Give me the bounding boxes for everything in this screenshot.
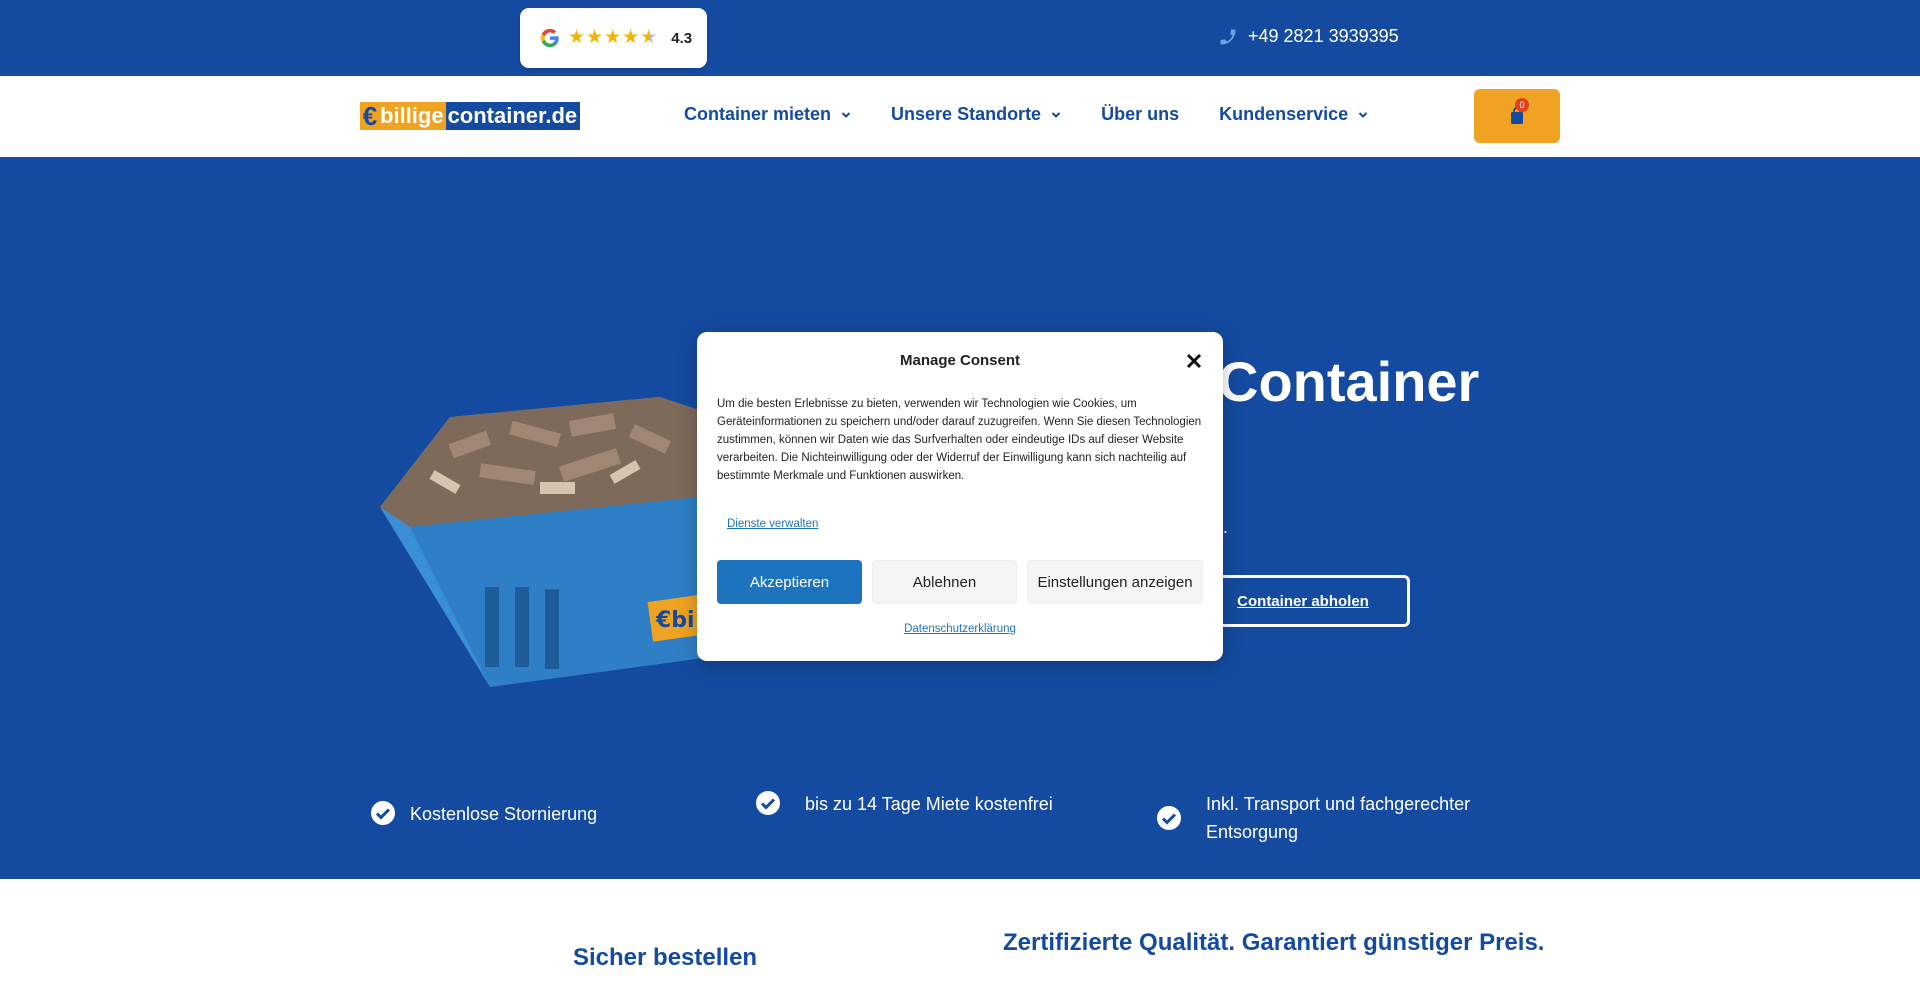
site-logo[interactable]: € billige container.de	[360, 102, 581, 130]
consent-dialog: Manage Consent Um die besten Erlebnisse …	[697, 332, 1223, 661]
phone-link[interactable]: +49 2821 3939395	[1218, 26, 1399, 47]
consent-title: Manage Consent	[899, 352, 1020, 369]
star-icon: ★	[568, 27, 586, 48]
check-circle-icon	[1157, 806, 1181, 830]
feature-item: bis zu 14 Tage Miete kostenfrei	[755, 790, 1053, 818]
rating-value: 4.3	[671, 29, 693, 47]
euro-logo-icon: €	[360, 102, 380, 130]
accept-button[interactable]: Akzeptieren	[717, 560, 862, 604]
deny-button[interactable]: Ablehnen	[872, 560, 1017, 604]
nav-item-label: Container mieten	[684, 104, 832, 124]
cart-count-badge: 0	[1515, 98, 1529, 112]
consent-text: Um die besten Erlebnisse zu bieten, verw…	[717, 398, 1202, 482]
feature-text: Inkl. Transport und fachgerechter Entsor…	[1206, 794, 1471, 842]
star-half-icon: ★	[640, 27, 658, 48]
nav-item-ueber-uns[interactable]: Über uns	[1101, 104, 1179, 125]
chevron-down-icon	[841, 111, 851, 118]
nav-item-label: Unsere Standorte	[891, 104, 1042, 124]
manage-services-link[interactable]: Dienste verwalten	[727, 518, 818, 530]
google-icon	[540, 28, 559, 48]
privacy-policy-link[interactable]: Datenschutzerklärung	[697, 623, 1223, 635]
show-settings-button[interactable]: Einstellungen anzeigen	[1027, 560, 1203, 604]
chevron-down-icon	[1051, 111, 1061, 118]
google-rating-badge[interactable]: ★ ★ ★ ★ ★ 4.3	[520, 8, 707, 68]
feature-item: Inkl. Transport und fachgerechter Entsor…	[1156, 790, 1496, 846]
star-icon: ★	[622, 27, 640, 48]
nav-item-label: Über uns	[1101, 104, 1180, 124]
rating-stars: ★ ★ ★ ★ ★	[568, 28, 657, 48]
close-icon[interactable]	[1185, 352, 1203, 370]
top-bar: ★ ★ ★ ★ ★ 4.3 +49 2821 3939395	[0, 0, 1920, 76]
main-nav: Container mieten Unsere Standorte Über u…	[684, 104, 1408, 125]
logo-text-part1: billige	[380, 102, 446, 130]
nav-item-label: Kundenservice	[1219, 104, 1349, 124]
chevron-down-icon	[1358, 111, 1368, 118]
site-header: € billige container.de Container mieten …	[0, 76, 1920, 157]
phone-number: +49 2821 3939395	[1248, 26, 1399, 46]
check-circle-icon	[371, 801, 395, 825]
nav-item-unsere-standorte[interactable]: Unsere Standorte	[891, 104, 1061, 125]
secure-order-heading: Sicher bestellen	[573, 944, 758, 971]
star-icon: ★	[604, 27, 622, 48]
feature-text: Kostenlose Stornierung	[410, 804, 598, 824]
phone-icon	[1220, 29, 1236, 44]
feature-text: bis zu 14 Tage Miete kostenfrei	[805, 794, 1053, 814]
star-icon: ★	[586, 27, 604, 48]
nav-item-container-mieten[interactable]: Container mieten	[684, 104, 851, 125]
nav-item-kundenservice[interactable]: Kundenservice	[1219, 104, 1368, 125]
check-circle-icon	[756, 791, 780, 815]
quality-heading: Zertifizierte Qualität. Garantiert günst…	[1003, 929, 1545, 956]
trust-section: Sicher bestellen Zertifizierte Qualität.…	[0, 879, 1920, 993]
feature-item: Kostenlose Stornierung	[370, 800, 597, 828]
cart-button[interactable]	[1474, 89, 1560, 143]
logo-text-part2: container.de	[445, 102, 581, 130]
